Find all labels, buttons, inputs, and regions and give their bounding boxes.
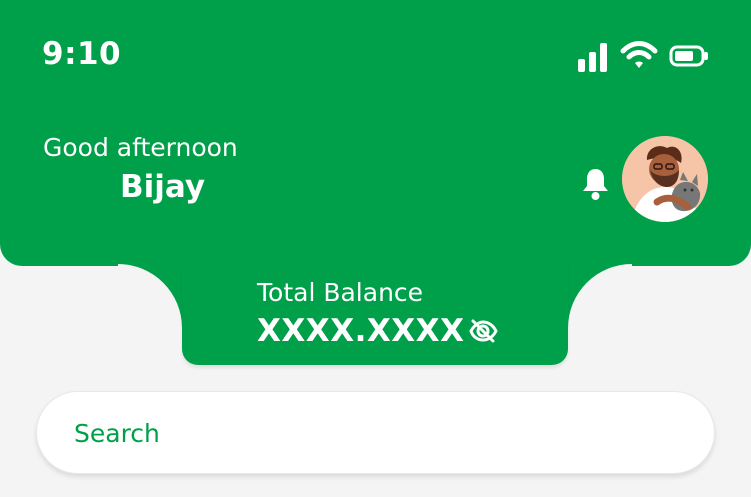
user-avatar-illustration (622, 136, 708, 222)
balance-card-left-curve (118, 264, 182, 328)
mobile-home-screen: 9:10 Good afternoon Bijay Total Balance … (0, 0, 751, 497)
search-box[interactable] (36, 391, 715, 474)
status-icons (577, 38, 709, 74)
user-name: Bijay (120, 169, 206, 205)
bell-icon[interactable] (580, 166, 611, 202)
status-time: 9:10 (42, 36, 122, 72)
wifi-icon (620, 39, 658, 73)
total-balance-value: XXXX.XXXX (257, 313, 465, 349)
eye-off-icon[interactable] (468, 316, 498, 346)
battery-icon (669, 42, 709, 70)
balance-card-right-curve (568, 264, 632, 328)
greeting-text: Good afternoon (43, 133, 238, 162)
signal-icon (577, 40, 609, 72)
total-balance-label: Total Balance (257, 278, 424, 307)
profile-avatar[interactable] (622, 136, 708, 222)
search-input[interactable] (74, 413, 674, 453)
